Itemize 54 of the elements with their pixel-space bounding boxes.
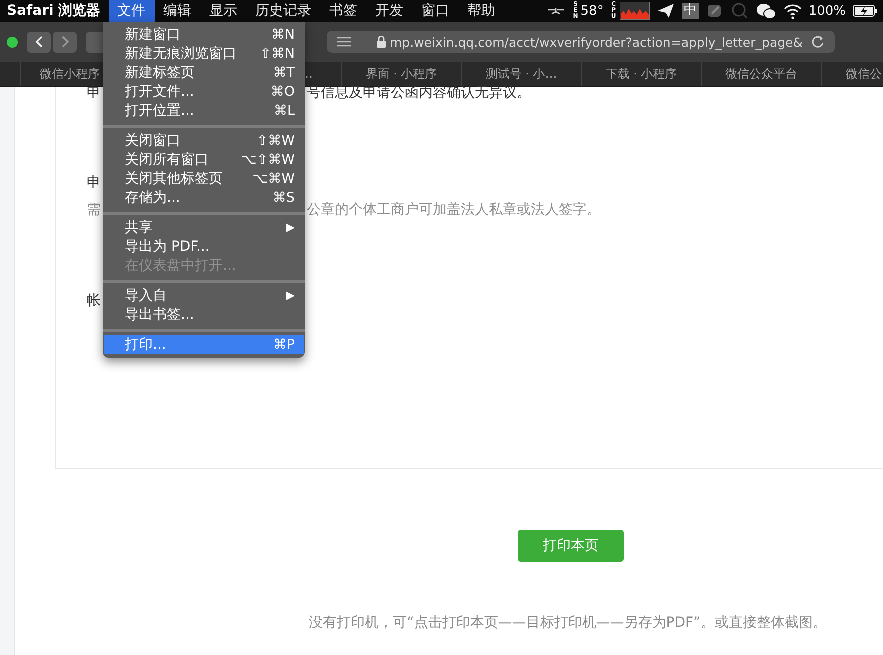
browser-tab[interactable]: 测试号 · 小… [486,66,558,82]
menu-title[interactable]: 开发 [366,0,413,22]
menu-item[interactable]: 关闭其他标签页 ⌥⌘W [104,169,304,188]
browser-tab[interactable]: 微信公众平台 [726,66,798,82]
content-text: 帐 [87,292,101,310]
menu-item[interactable]: 新建标签页 ⌘T [104,63,304,82]
browser-tab[interactable]: 下载 · 小程序 [606,66,678,82]
menu-title[interactable]: 编辑 [154,0,201,22]
menu-item[interactable]: 导出书签... [104,305,304,324]
menu-item[interactable]: 存储为... ⌘S [104,188,304,207]
input-method-indicator[interactable]: 中 [682,3,699,19]
battery-percentage: 100% [808,4,846,18]
paper-plane-icon [656,2,675,20]
menu-title[interactable]: 帮助 [458,0,505,22]
browser-tab[interactable]: 界面 · 小程序 [366,66,438,82]
content-text: 公章的个体工商户可加盖法人私章或法人签字。 [307,200,601,218]
window-zoom-icon[interactable] [7,36,18,48]
menu-item[interactable]: 关闭窗口 ⇧⌘W [104,131,304,150]
reload-icon[interactable] [811,35,825,49]
back-button[interactable] [27,32,51,52]
back-icon [34,36,44,48]
submenu-item[interactable]: 共享 ▶ [104,218,304,237]
menu-title[interactable]: 窗口 [412,0,459,22]
browser-tab[interactable]: 微信公 [846,66,882,82]
forward-button[interactable] [53,32,77,52]
wifi-icon [784,2,802,20]
menu-item[interactable]: 打开文件... ⌘O [104,82,304,101]
menu-item[interactable]: 新建窗口 ⌘N [104,25,304,44]
menu-title[interactable]: 历史记录 [246,0,321,22]
menu-item[interactable]: 关闭所有窗口 ⌥⇧⌘W [104,150,304,169]
menu-title[interactable]: 书签 [320,0,367,22]
menu-item[interactable]: 打开位置... ⌘L [104,101,304,120]
submenu-item[interactable]: 导入自 ▶ [104,286,304,305]
print-hint-text: 没有打印机，可“点击打印本页——目标打印机——另存为PDF”。或直接整体截图。 [309,614,828,632]
app-menu[interactable]: Safari 浏览器 [0,2,109,20]
forward-icon [60,36,70,48]
reader-icon[interactable] [337,37,351,47]
menu-item[interactable]: 新建无痕浏览窗口 ⇧⌘N [104,44,304,63]
address-field[interactable]: mp.weixin.qq.com/acct/wxverifyorder?action=apply_letter_page& [327,31,835,53]
browser-tab[interactable]: 微信小程序 [40,66,100,82]
temperature-reading: 58° [580,4,604,18]
menu-title[interactable]: 显示 [200,0,247,22]
content-text: 号信息及申请公函内容确认无异议。 [307,84,531,102]
content-text: 申 [87,84,101,102]
battery-icon [853,4,877,18]
content-text: 需 [87,200,101,218]
content-text: 申 [87,174,101,192]
menu-item[interactable]: 打印... ⌘P [104,335,304,354]
lock-icon [377,36,386,48]
cpu-graph-icon [620,2,650,20]
menu-title[interactable]: 文件 [108,0,155,22]
app-icon [706,2,724,20]
menu-item[interactable]: 导出为 PDF... [104,237,304,256]
url-text: mp.weixin.qq.com/acct/wxverifyorder?action=apply_letter_page& [390,34,803,50]
